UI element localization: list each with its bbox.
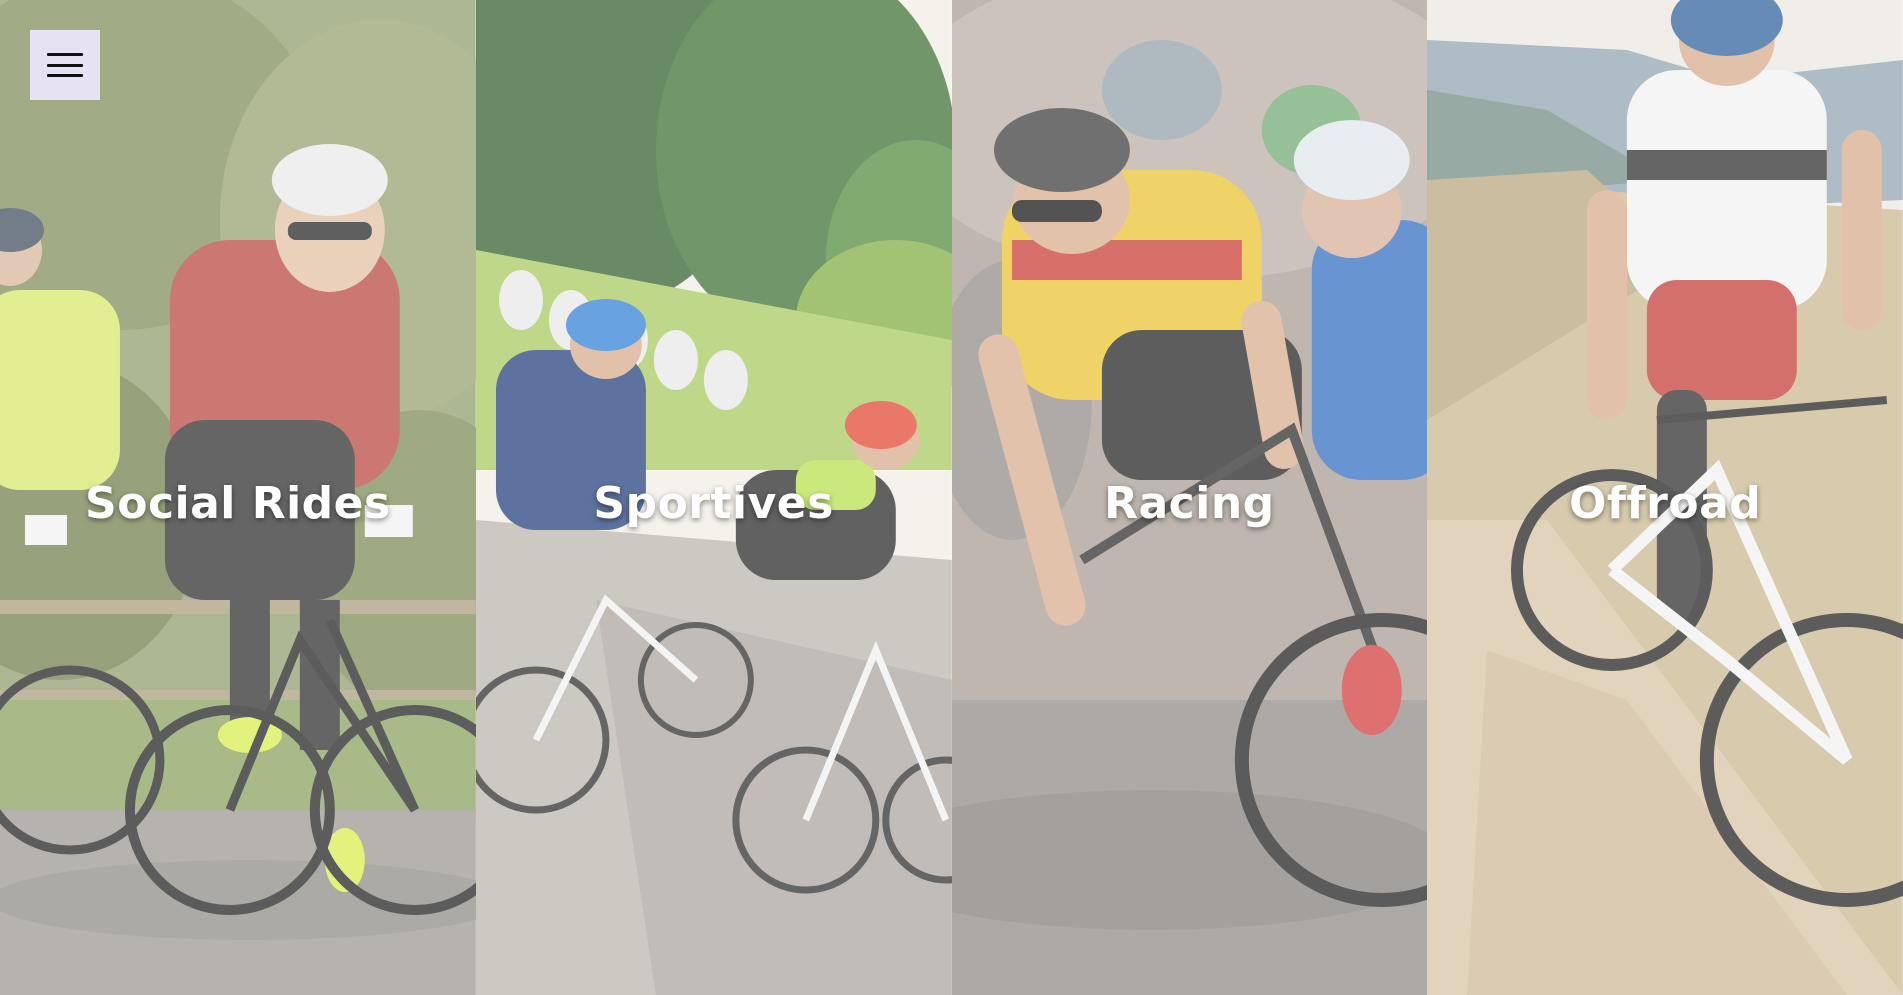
- panel-title-racing: Racing: [1104, 478, 1275, 529]
- panel-racing[interactable]: Racing: [951, 0, 1428, 995]
- hamburger-menu-icon: [47, 53, 83, 77]
- panel-title-offroad: Offroad: [1568, 478, 1762, 529]
- menu-button[interactable]: [30, 30, 100, 100]
- panel-offroad[interactable]: Offroad: [1427, 0, 1903, 995]
- category-panels: Social Rides Sportives Racing Offroad: [0, 0, 1903, 995]
- panel-sportives[interactable]: Sportives: [475, 0, 952, 995]
- panel-title-sportives: Sportives: [593, 478, 834, 529]
- panel-title-social-rides: Social Rides: [85, 478, 391, 529]
- panel-social-rides[interactable]: Social Rides: [0, 0, 476, 995]
